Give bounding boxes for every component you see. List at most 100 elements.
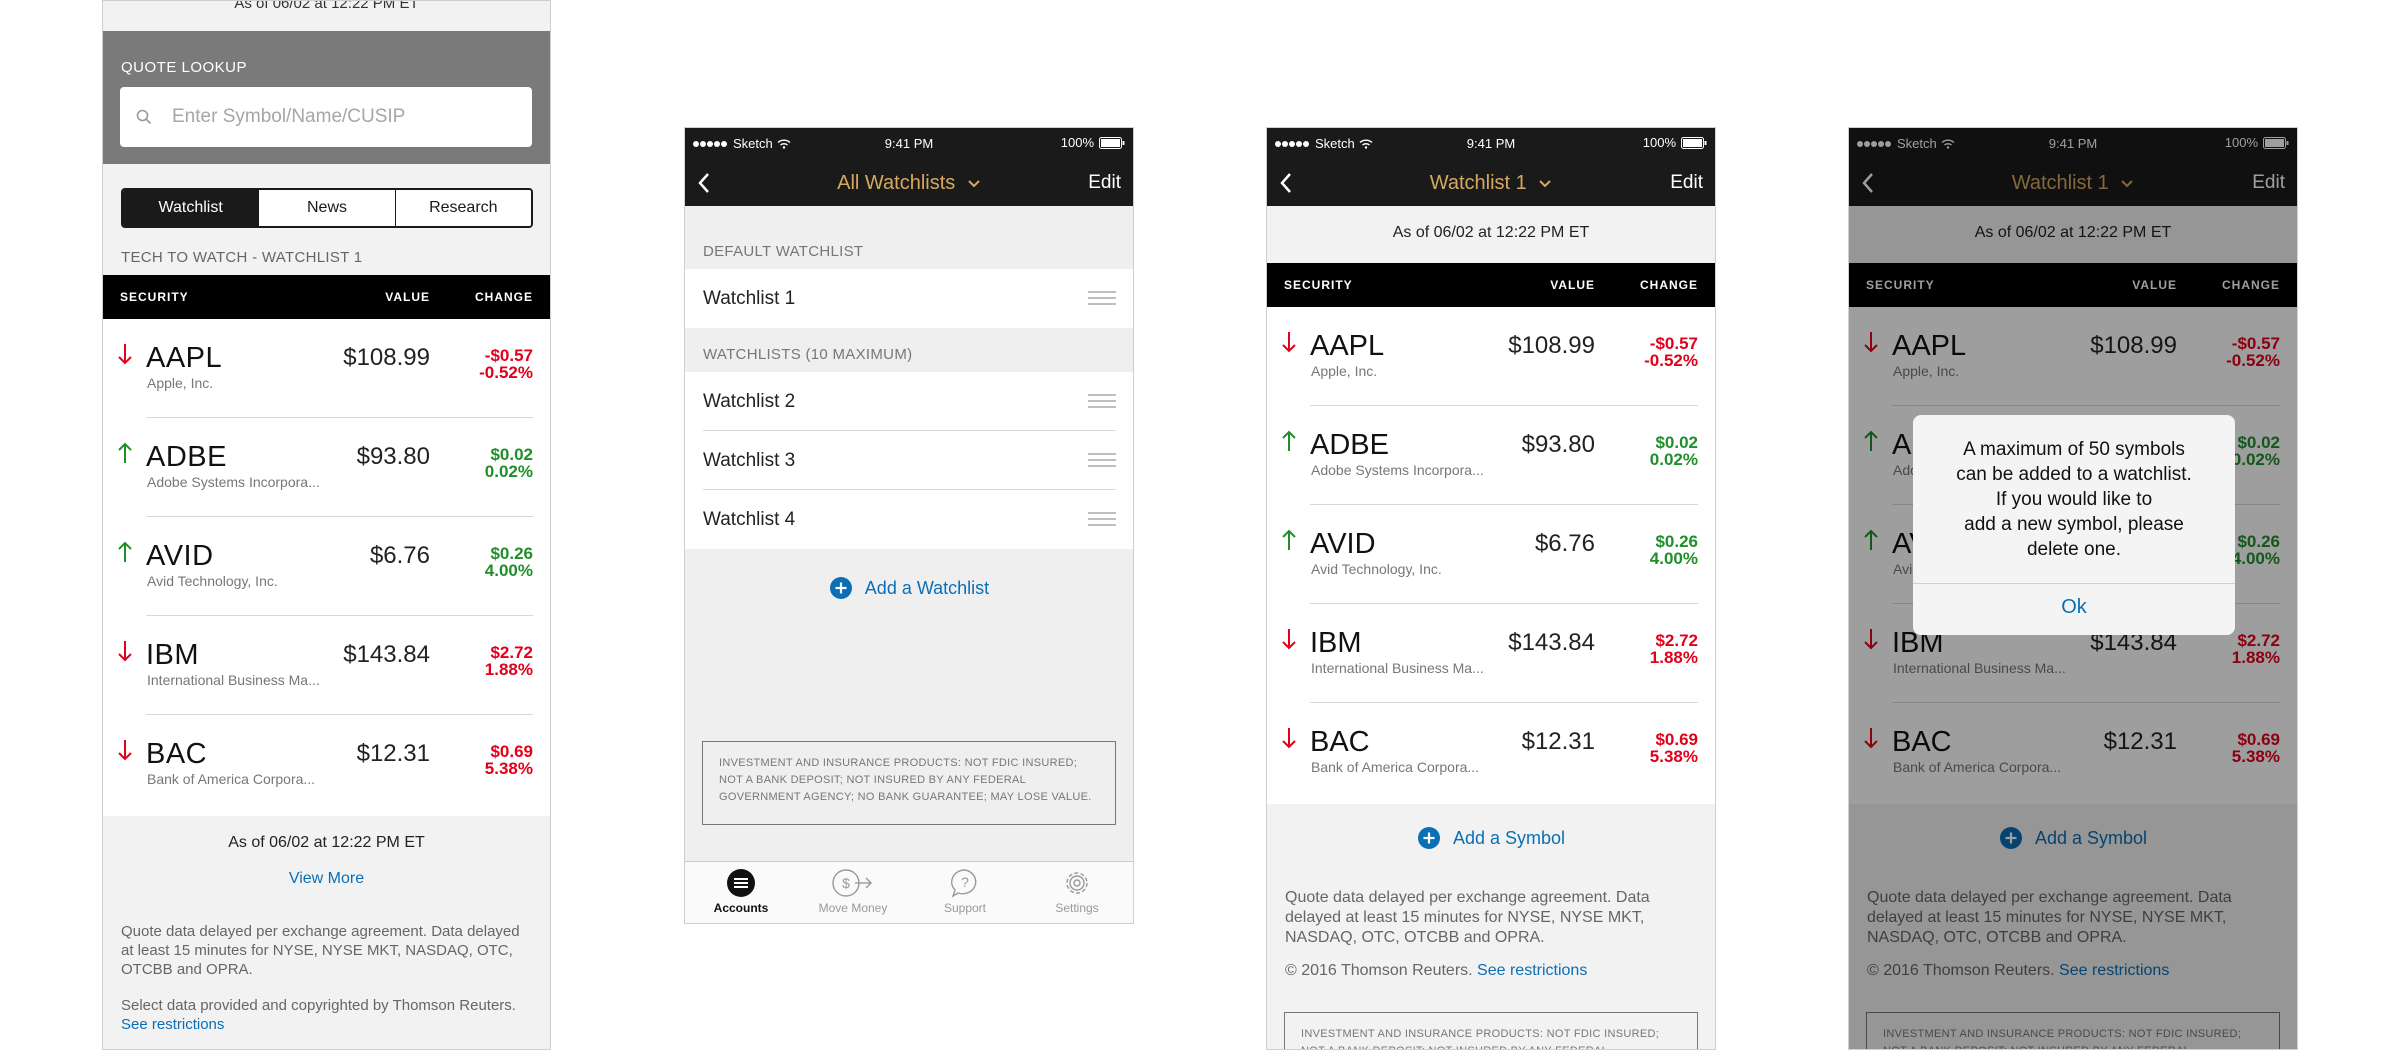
change-amount: $0.69 — [490, 742, 533, 761]
battery-level: 100% — [1060, 135, 1094, 150]
company-name: Apple, Inc. — [147, 375, 214, 391]
column-value: VALUE — [385, 290, 430, 304]
segment-watchlist[interactable]: Watchlist — [123, 190, 259, 226]
symbol: ADBE — [146, 441, 227, 473]
table-row[interactable]: IBM International Business Ma... $143.84 $2… — [1267, 604, 1715, 703]
watchlist-picker[interactable]: Watchlist 1 — [1267, 172, 1715, 195]
change-amount: $0.26 — [1655, 532, 1698, 551]
watchlist-item-2[interactable]: Watchlist 2 — [685, 372, 1133, 431]
watchlist-item-3[interactable]: Watchlist 3 — [685, 431, 1133, 490]
tab-accounts[interactable]: Accounts — [685, 862, 797, 923]
drag-handle-icon[interactable] — [1088, 453, 1116, 467]
drag-handle-icon[interactable] — [1088, 394, 1116, 408]
tab-support[interactable]: ? Support — [909, 862, 1021, 923]
tab-settings[interactable]: Settings — [1021, 862, 1133, 923]
column-security: SECURITY — [1284, 278, 1353, 292]
quote-lookup-field[interactable] — [120, 87, 532, 147]
legal-disclosure: INVESTMENT AND INSURANCE PRODUCTS: NOT F… — [1284, 1012, 1698, 1049]
change-percent: 0.02% — [484, 462, 533, 481]
watchlist-item-label: Watchlist 2 — [703, 391, 796, 412]
ok-button[interactable]: Ok — [1913, 596, 2235, 619]
price: $108.99 — [343, 344, 430, 371]
change: $0.26 4.00% — [485, 545, 533, 579]
symbol: BAC — [146, 738, 208, 770]
symbol: AVID — [146, 540, 214, 572]
see-restrictions-link[interactable]: See restrictions — [121, 1016, 224, 1033]
search-icon — [136, 109, 152, 125]
company-name: International Business Ma... — [1311, 660, 1484, 676]
change: $0.02 0.02% — [485, 446, 533, 480]
table-row[interactable]: IBM International Business Ma... $143.84 $2… — [103, 616, 550, 715]
tab-move-money[interactable]: $ Move Money — [797, 862, 909, 923]
change-percent: 5.38% — [484, 759, 533, 778]
arrow-down-icon — [1282, 728, 1296, 749]
company-name: Bank of America Corpora... — [1311, 759, 1480, 775]
company-name: Avid Technology, Inc. — [1311, 561, 1442, 577]
column-change: CHANGE — [1639, 278, 1698, 292]
arrow-up-icon — [1282, 430, 1296, 451]
change: $0.69 5.38% — [485, 743, 533, 777]
securities-table: AAPLApple, Inc. $108.99 -$0.57-0.52% ADBEAd… — [1267, 307, 1715, 804]
table-row[interactable]: ADBEAdobe Systems Incorpora... $93.80 $0.0… — [1267, 406, 1715, 505]
change-amount: $0.02 — [1655, 433, 1698, 452]
legal-disclosure: INVESTMENT AND INSURANCE PRODUCTS: NOT F… — [702, 741, 1116, 825]
gear-icon — [1066, 872, 1088, 894]
chevron-down-icon — [1539, 180, 1552, 188]
table-row[interactable]: AVIDAvid Technology, Inc. $6.76 $0.264.00% — [1267, 505, 1715, 604]
battery-icon — [1681, 136, 1707, 149]
segmented-control: Watchlist News Research — [121, 188, 533, 228]
watchlist-item-default[interactable]: Watchlist 1 — [685, 269, 1133, 328]
arrow-down-icon — [1282, 629, 1296, 650]
table-row[interactable]: BAC Bank of America Corpora... $12.31 $0.69… — [1267, 703, 1715, 802]
column-security: SECURITY — [120, 290, 189, 304]
company-name: International Business Ma... — [147, 672, 320, 688]
tab-bar: Accounts $ Move Money ? Support Settings — [685, 861, 1133, 923]
watchlist-item-4[interactable]: Watchlist 4 — [685, 490, 1133, 549]
drag-handle-icon[interactable] — [1088, 291, 1116, 305]
table-row[interactable]: AAPL Apple, Inc. $108.99 -$0.57 -0.52% — [1267, 307, 1715, 406]
price: $6.76 — [369, 542, 430, 569]
chevron-down-icon — [968, 180, 980, 188]
column-value: VALUE — [1550, 278, 1595, 292]
watchlist-detail-screen: Sketch 9:41 PM 100% Watchlist 1 Edit As … — [1266, 127, 1716, 1050]
add-symbol-button[interactable]: Add a Symbol — [1267, 826, 1715, 850]
alert-line: add a new symbol, please — [1964, 514, 2184, 535]
arrow-up-icon — [118, 442, 132, 463]
price: $143.84 — [343, 641, 430, 668]
change-amount: $0.69 — [1655, 730, 1698, 749]
segment-news[interactable]: News — [258, 190, 395, 226]
move-money-icon: $ — [832, 869, 872, 897]
table-row[interactable]: ADBEAdobe Systems Incorpora... $93.80 $0.0… — [103, 418, 550, 517]
table-row[interactable]: AAPL Apple, Inc. $108.99 -$0.57 -0.52% — [103, 319, 550, 418]
quote-disclaimer: Quote data delayed per exchange agreemen… — [121, 923, 520, 978]
edit-button[interactable]: Edit — [1088, 172, 1121, 194]
change-percent: 4.00% — [1649, 549, 1698, 568]
alert-line: A maximum of 50 symbols — [1963, 439, 2185, 460]
table-row[interactable]: BAC Bank of America Corpora... $12.31 $0.69… — [103, 715, 550, 814]
quote-disclaimer: Quote data delayed per exchange agreemen… — [1285, 889, 1650, 946]
symbol: AAPL — [1310, 330, 1385, 362]
copyright-text: Select data provided and copyrighted by … — [121, 997, 516, 1014]
view-more-link[interactable]: View More — [103, 870, 550, 888]
arrow-up-icon — [1282, 529, 1296, 550]
change-percent: 0.02% — [1649, 450, 1698, 469]
symbol: AAPL — [146, 342, 223, 374]
arrow-down-icon — [118, 740, 132, 761]
battery: 100% — [1061, 135, 1125, 150]
change: $0.69 5.38% — [1650, 731, 1698, 765]
tab-label: Settings — [1055, 901, 1099, 915]
edit-button[interactable]: Edit — [1670, 172, 1703, 194]
add-watchlist-button[interactable]: Add a Watchlist — [685, 576, 1133, 600]
change-percent: 4.00% — [484, 561, 533, 580]
as-of-top: As of 06/02 at 12:22 PM ET — [234, 0, 419, 12]
change: $2.72 1.88% — [485, 644, 533, 678]
securities-table: AAPLApple, Inc. $108.99 -$0.57-0.52% ADBEAd… — [103, 319, 550, 816]
see-restrictions-link[interactable]: See restrictions — [1477, 962, 1587, 979]
table-row[interactable]: AVIDAvid Technology, Inc. $6.76 $0.264.00% — [103, 517, 550, 616]
segment-research[interactable]: Research — [394, 190, 531, 226]
drag-handle-icon[interactable] — [1088, 512, 1116, 526]
search-input[interactable] — [170, 105, 504, 129]
company-name: Apple, Inc. — [1311, 363, 1378, 379]
table-header: SECURITY VALUE CHANGE — [1267, 263, 1715, 307]
watchlist-picker[interactable]: All Watchlists — [685, 172, 1133, 195]
